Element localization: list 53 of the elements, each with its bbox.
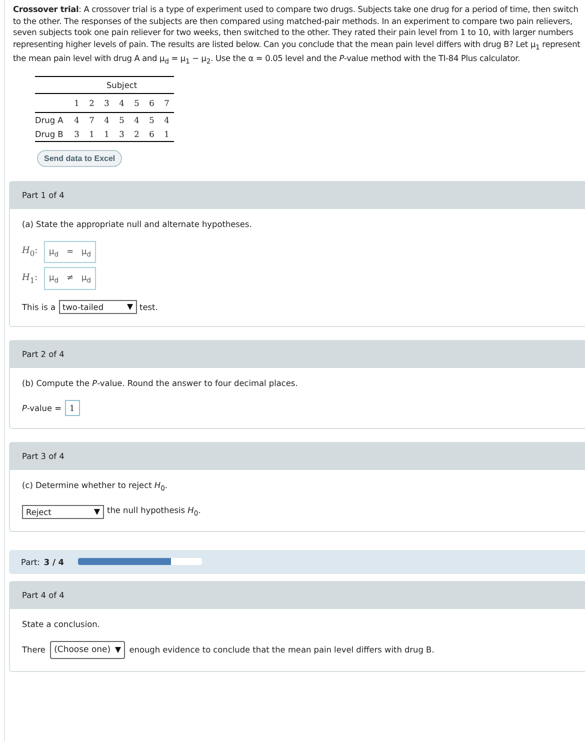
table-cell: 1 — [99, 126, 114, 142]
column-header: 1 — [69, 93, 84, 112]
column-header: 2 — [84, 93, 100, 112]
hypothesis-label: H$_{1}$: — [22, 272, 39, 284]
sentence-text: the null hypothesis H$_{0}$. — [107, 505, 201, 518]
dropdown[interactable]: Reject — [22, 504, 104, 518]
answer-field[interactable]: 1 — [64, 400, 80, 416]
dropdown[interactable]: two-tailed — [58, 300, 136, 314]
column-header: 7 — [159, 93, 174, 112]
sentence-text: enough evidence to conclude that the mean pain level differs with drug B. — [129, 644, 434, 654]
hypothesis-label: H$_{0}$: — [22, 246, 39, 258]
sentence-text: This is a — [22, 302, 56, 312]
table-cell: 4 — [129, 112, 144, 127]
table-caption: Subject — [69, 76, 174, 94]
table-cell: 3 — [114, 126, 130, 142]
part-header: Part 4 of 4 — [10, 582, 585, 608]
part-header: Part 1 of 4 — [10, 182, 585, 209]
table-cell: 6 — [144, 126, 160, 142]
progress-label: Part: — [21, 556, 40, 566]
part-header: Part 2 of 4 — [10, 340, 585, 368]
table-cell: 3 — [69, 126, 84, 142]
hypothesis-field[interactable]: μ$_{d}$ ≠ μ$_{d}$ — [44, 267, 96, 290]
question-text: (c) Determine whether to reject H$_{0}$. — [22, 480, 169, 492]
question-text: (b) Compute the P-value. Round the answer to four decimal places. — [22, 378, 299, 388]
question-text: State a conclusion. — [22, 618, 101, 628]
table-cell: 4 — [159, 112, 174, 127]
column-header: 5 — [129, 93, 144, 112]
caret-icon — [126, 304, 132, 310]
question-text: (a) State the appropriate null and alternate hypotheses. — [22, 218, 253, 229]
caret-icon — [114, 646, 121, 653]
hypothesis-field[interactable]: μ$_{d}$ = μ$_{d}$ — [44, 240, 96, 264]
row-label: Drug A — [35, 112, 70, 127]
column-header: 3 — [99, 93, 114, 112]
caret-icon — [94, 508, 100, 514]
column-header: 4 — [114, 93, 130, 112]
progress-value: 3 / 4 — [44, 556, 64, 566]
problem-text: Crossover trial: A crossover trial is a type of experiment used to compare two drugs. Subjects take one drug for a period of time, then switch to the other. The responses of the subjects are then compared using matched-pair methods. In an experiment to compare two pain relievers, seven subjects took one pain reliever for two weeks, then switched to the other. They rated their pain level from 1 to 10, with larger numbers representing higher levels of pain. The results are listed below. Can you conclude that the mean pain level differs with drug B? Let μ$_{1}$ represent the mean pain level with drug A and μ$_{d}$ = μ$_{1}$ − μ$_{2}$. Use the α = 0.05 level and the P-value method with the TI-84 Plus calculator. — [13, 4, 582, 68]
table-cell: 7 — [84, 112, 100, 127]
part-header: Part 3 of 4 — [10, 442, 585, 470]
column-header: 6 — [144, 93, 160, 112]
table-cell: 2 — [129, 126, 144, 142]
table-cell: 5 — [114, 112, 130, 127]
table-cell: 5 — [144, 112, 160, 127]
answer-label: P-value = — [22, 402, 62, 413]
send-to-excel-button[interactable]: Send data to Excel — [37, 150, 122, 167]
table-cell: 4 — [69, 112, 84, 127]
table-cell: 4 — [99, 112, 114, 127]
table-cell: 1 — [84, 126, 100, 142]
row-label: Drug B — [35, 126, 70, 142]
sentence-text: test. — [140, 302, 158, 312]
table-cell: 1 — [159, 126, 174, 142]
dropdown[interactable]: (Choose one) — [50, 640, 125, 659]
sentence-text: There — [22, 644, 46, 654]
